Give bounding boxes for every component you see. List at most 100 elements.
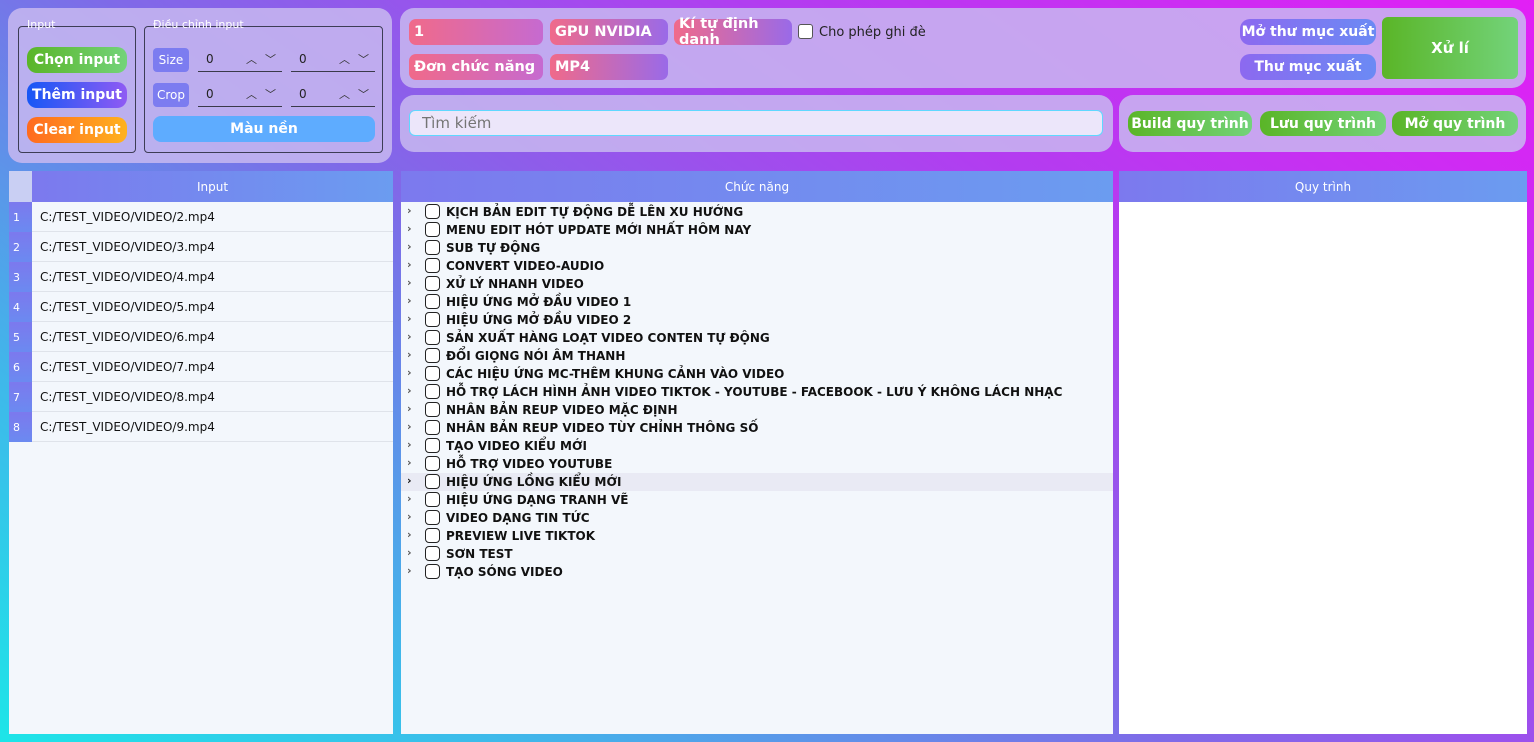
- item-checkbox[interactable]: [425, 564, 440, 579]
- item-checkbox[interactable]: [425, 348, 440, 363]
- list-item[interactable]: › HIỆU ỨNG MỞ ĐẦU VIDEO 2: [401, 311, 1113, 329]
- size-width-spinbox[interactable]: 0 ︿ ﹀: [198, 48, 282, 72]
- list-item[interactable]: › HỖ TRỢ VIDEO YOUTUBE: [401, 455, 1113, 473]
- chevron-right-icon[interactable]: ›: [407, 402, 412, 415]
- chevron-right-icon[interactable]: ›: [407, 474, 412, 487]
- list-item[interactable]: › NHÂN BẢN REUP VIDEO MẶC ĐỊNH: [401, 401, 1113, 419]
- format-select[interactable]: MP4: [550, 54, 668, 80]
- item-checkbox[interactable]: [425, 420, 440, 435]
- output-folder-button[interactable]: Thư mục xuất: [1240, 54, 1376, 80]
- table-row[interactable]: 4 C:/TEST_VIDEO/VIDEO/5.mp4: [9, 292, 393, 322]
- list-item[interactable]: › TẠO SÓNG VIDEO: [401, 563, 1113, 581]
- table-row[interactable]: 2 C:/TEST_VIDEO/VIDEO/3.mp4: [9, 232, 393, 262]
- list-item[interactable]: › SUB TỰ ĐỘNG: [401, 239, 1113, 257]
- list-item[interactable]: › MENU EDIT HÓT UPDATE MỚI NHẤT HÔM NAY: [401, 221, 1113, 239]
- choose-input-button[interactable]: Chọn input: [27, 47, 127, 73]
- chevron-up-icon[interactable]: ︿: [339, 86, 350, 102]
- mode-select[interactable]: Đơn chức năng: [409, 54, 543, 80]
- list-item[interactable]: › KỊCH BẢN EDIT TỰ ĐỘNG DỄ LÊN XU HƯỚNG: [401, 203, 1113, 221]
- chevron-right-icon[interactable]: ›: [407, 384, 412, 397]
- chevron-right-icon[interactable]: ›: [407, 366, 412, 379]
- chevron-down-icon[interactable]: ﹀: [265, 86, 276, 102]
- list-item[interactable]: › SẢN XUẤT HÀNG LOẠT VIDEO CONTEN TỰ ĐỘNG: [401, 329, 1113, 347]
- add-input-button[interactable]: Thêm input: [27, 82, 127, 108]
- table-row[interactable]: 6 C:/TEST_VIDEO/VIDEO/7.mp4: [9, 352, 393, 382]
- table-row[interactable]: 3 C:/TEST_VIDEO/VIDEO/4.mp4: [9, 262, 393, 292]
- chevron-up-icon[interactable]: ︿: [246, 51, 257, 67]
- chevron-right-icon[interactable]: ›: [407, 348, 412, 361]
- chevron-right-icon[interactable]: ›: [407, 546, 412, 559]
- list-item[interactable]: › HIỆU ỨNG LỒNG KIỂU MỚI: [401, 473, 1113, 491]
- table-row[interactable]: 8 C:/TEST_VIDEO/VIDEO/9.mp4: [9, 412, 393, 442]
- chevron-right-icon[interactable]: ›: [407, 240, 412, 253]
- chevron-right-icon[interactable]: ›: [407, 294, 412, 307]
- table-row[interactable]: 5 C:/TEST_VIDEO/VIDEO/6.mp4: [9, 322, 393, 352]
- chevron-down-icon[interactable]: ﹀: [358, 86, 369, 102]
- build-workflow-button[interactable]: Build quy trình: [1128, 111, 1252, 136]
- item-checkbox[interactable]: [425, 474, 440, 489]
- item-checkbox[interactable]: [425, 528, 440, 543]
- overwrite-checkbox[interactable]: [798, 24, 813, 39]
- chevron-right-icon[interactable]: ›: [407, 456, 412, 469]
- chevron-right-icon[interactable]: ›: [407, 510, 412, 523]
- list-item[interactable]: › PREVIEW LIVE TIKTOK: [401, 527, 1113, 545]
- item-checkbox[interactable]: [425, 312, 440, 327]
- item-checkbox[interactable]: [425, 240, 440, 255]
- chevron-right-icon[interactable]: ›: [407, 276, 412, 289]
- char-id-button[interactable]: Kí tự định danh: [674, 16, 792, 48]
- table-row[interactable]: 7 C:/TEST_VIDEO/VIDEO/8.mp4: [9, 382, 393, 412]
- open-output-folder-button[interactable]: Mở thư mục xuất: [1240, 19, 1376, 45]
- size-height-spinbox[interactable]: 0 ︿ ﹀: [291, 48, 375, 72]
- background-color-button[interactable]: Màu nền: [153, 116, 375, 142]
- list-item[interactable]: › HỖ TRỢ LÁCH HÌNH ẢNH VIDEO TIKTOK - YOU…: [401, 383, 1113, 401]
- chevron-right-icon[interactable]: ›: [407, 420, 412, 433]
- chevron-right-icon[interactable]: ›: [407, 564, 412, 577]
- item-checkbox[interactable]: [425, 456, 440, 471]
- crop-height-spinbox[interactable]: 0 ︿ ﹀: [291, 83, 375, 107]
- list-item[interactable]: › SƠN TEST: [401, 545, 1113, 563]
- chevron-right-icon[interactable]: ›: [407, 492, 412, 505]
- item-checkbox[interactable]: [425, 276, 440, 291]
- item-checkbox[interactable]: [425, 510, 440, 525]
- item-checkbox[interactable]: [425, 384, 440, 399]
- list-item[interactable]: › HIỆU ỨNG DẠNG TRANH VẼ: [401, 491, 1113, 509]
- list-item[interactable]: › CÁC HIỆU ỨNG MC-THÊM KHUNG CẢNH VÀO VID…: [401, 365, 1113, 383]
- list-item[interactable]: › TẠO VIDEO KIỂU MỚI: [401, 437, 1113, 455]
- item-checkbox[interactable]: [425, 330, 440, 345]
- item-checkbox[interactable]: [425, 402, 440, 417]
- item-checkbox[interactable]: [425, 222, 440, 237]
- list-item[interactable]: › HIỆU ỨNG MỞ ĐẦU VIDEO 1: [401, 293, 1113, 311]
- chevron-right-icon[interactable]: ›: [407, 438, 412, 451]
- chevron-up-icon[interactable]: ︿: [246, 86, 257, 102]
- item-checkbox[interactable]: [425, 492, 440, 507]
- chevron-right-icon[interactable]: ›: [407, 528, 412, 541]
- chevron-right-icon[interactable]: ›: [407, 222, 412, 235]
- item-checkbox[interactable]: [425, 438, 440, 453]
- gpu-select[interactable]: GPU NVIDIA: [550, 19, 668, 45]
- clear-input-button[interactable]: Clear input: [27, 117, 127, 143]
- list-item[interactable]: › VIDEO DẠNG TIN TỨC: [401, 509, 1113, 527]
- process-button[interactable]: Xử lí: [1382, 17, 1518, 79]
- open-workflow-button[interactable]: Mở quy trình: [1392, 111, 1518, 136]
- chevron-right-icon[interactable]: ›: [407, 258, 412, 271]
- count-field[interactable]: 1: [409, 19, 543, 45]
- chevron-down-icon[interactable]: ﹀: [358, 51, 369, 67]
- chevron-up-icon[interactable]: ︿: [339, 51, 350, 67]
- save-workflow-button[interactable]: Lưu quy trình: [1260, 111, 1386, 136]
- item-checkbox[interactable]: [425, 366, 440, 381]
- item-checkbox[interactable]: [425, 204, 440, 219]
- item-checkbox[interactable]: [425, 294, 440, 309]
- item-checkbox[interactable]: [425, 546, 440, 561]
- table-row[interactable]: 1 C:/TEST_VIDEO/VIDEO/2.mp4: [9, 202, 393, 232]
- chevron-right-icon[interactable]: ›: [407, 204, 412, 217]
- search-input[interactable]: [409, 110, 1103, 136]
- chevron-down-icon[interactable]: ﹀: [265, 51, 276, 67]
- crop-width-spinbox[interactable]: 0 ︿ ﹀: [198, 83, 282, 107]
- list-item[interactable]: › CONVERT VIDEO-AUDIO: [401, 257, 1113, 275]
- list-item[interactable]: › NHÂN BẢN REUP VIDEO TÙY CHỈNH THÔNG SỐ: [401, 419, 1113, 437]
- chevron-right-icon[interactable]: ›: [407, 312, 412, 325]
- list-item[interactable]: › ĐỔI GIỌNG NÓI ÂM THANH: [401, 347, 1113, 365]
- list-item[interactable]: › XỬ LÝ NHANH VIDEO: [401, 275, 1113, 293]
- item-checkbox[interactable]: [425, 258, 440, 273]
- chevron-right-icon[interactable]: ›: [407, 330, 412, 343]
